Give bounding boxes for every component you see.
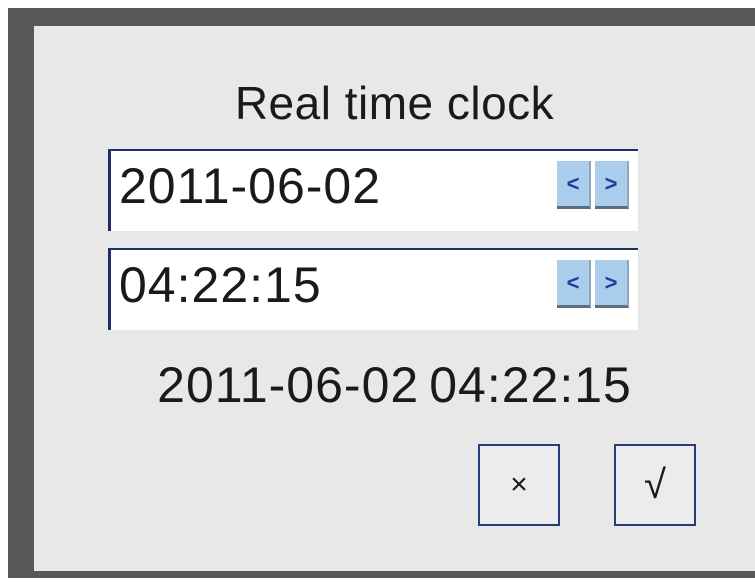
confirm-button[interactable]: √ [614, 444, 696, 526]
date-value[interactable]: 2011-06-02 [119, 157, 381, 215]
checkmark-icon: √ [644, 463, 666, 507]
datetime-summary: 2011-06-02 04:22:15 [34, 356, 755, 414]
summary-time: 04:22:15 [429, 357, 632, 413]
date-decrement-button[interactable]: < [557, 161, 591, 209]
time-decrement-button[interactable]: < [557, 260, 591, 308]
close-icon: × [510, 468, 528, 501]
dialog-title: Real time clock [234, 77, 555, 129]
dialog-frame: Real time clock 2011-06-02 < > 04:22:15 … [8, 8, 755, 578]
time-value[interactable]: 04:22:15 [119, 256, 322, 314]
cancel-button[interactable]: × [478, 444, 560, 526]
time-increment-button[interactable]: > [595, 260, 629, 308]
date-increment-button[interactable]: > [595, 161, 629, 209]
summary-date: 2011-06-02 [157, 357, 420, 413]
time-field[interactable]: 04:22:15 < > [108, 248, 638, 330]
rtc-dialog: Real time clock 2011-06-02 < > 04:22:15 … [34, 26, 755, 571]
date-field[interactable]: 2011-06-02 < > [108, 149, 638, 231]
